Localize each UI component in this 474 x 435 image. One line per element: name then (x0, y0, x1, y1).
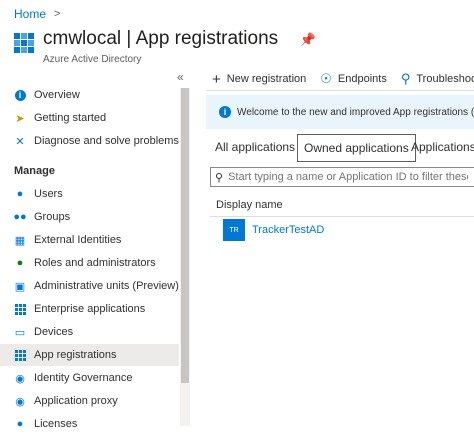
key-icon: ⚲ (400, 71, 411, 86)
sidebar-item-label: Identity Governance (34, 372, 133, 384)
main-content: + New registration ☉ Endpoints ⚲ Trouble… (206, 68, 474, 426)
pin-icon[interactable]: 📌 (299, 32, 315, 47)
sidebar-item-label: Diagnose and solve problems (34, 135, 179, 147)
plus-icon: + (212, 70, 221, 88)
new-registration-label: New registration (226, 73, 307, 85)
admin-units-icon: ▣ (14, 280, 26, 293)
search-icon: ⚲ (215, 171, 224, 184)
sidebar-item-identity-governance[interactable]: ◉ Identity Governance (0, 367, 179, 389)
sidebar-item-label: Groups (34, 211, 71, 223)
endpoints-label: Endpoints (337, 73, 387, 85)
sidebar-item-label: App registrations (34, 349, 117, 361)
app-avatar: TR (223, 219, 245, 241)
licenses-icon: ● (16, 418, 24, 430)
troubleshooting-label: Troubleshooting (416, 73, 474, 85)
welcome-banner[interactable]: i Welcome to the new and improved App re… (206, 95, 474, 129)
sidebar-item-label: Licenses (34, 418, 78, 430)
rocket-icon: ➤ (15, 112, 25, 125)
breadcrumb-separator: > (54, 8, 61, 20)
sidebar-item-label: Enterprise applications (34, 303, 146, 315)
sidebar-item-groups[interactable]: ●● Groups (0, 206, 179, 228)
section-label-manage: Manage (14, 165, 55, 177)
roles-icon: ● (16, 257, 24, 269)
sidebar-item-enterprise-apps[interactable]: Enterprise applications (0, 298, 179, 320)
groups-icon: ●● (13, 211, 27, 223)
tab-applications-from[interactable]: Applications f (411, 134, 474, 160)
sidebar-item-diagnose[interactable]: ✕ Diagnose and solve problems (0, 130, 179, 152)
app-registrations-icon (14, 33, 34, 53)
collapse-sidebar-button[interactable]: « (177, 70, 184, 84)
sidebar-item-getting-started[interactable]: ➤ Getting started (0, 107, 179, 129)
sidebar-item-licenses[interactable]: ● Licenses (0, 413, 179, 435)
banner-text: Welcome to the new and improved App regi… (237, 106, 474, 118)
sidebar-item-label: Application proxy (34, 395, 118, 407)
sidebar-item-application-proxy[interactable]: ◉ Application proxy (0, 390, 179, 412)
wrench-icon: ✕ (15, 135, 25, 148)
title-divider: | (126, 28, 132, 49)
filter-box: ⚲ (210, 167, 474, 187)
table-row[interactable]: TR TrackerTestAD (223, 219, 324, 241)
sidebar-item-app-registrations[interactable]: App registrations (0, 344, 179, 366)
sidebar-item-devices[interactable]: ▭ Devices (0, 321, 179, 343)
sidebar-item-label: Devices (34, 326, 74, 338)
user-icon: ● (16, 188, 24, 200)
sidebar-item-roles[interactable]: ● Roles and administrators (0, 252, 179, 274)
sidebar-item-label: External Identities (34, 234, 122, 246)
tab-owned-applications[interactable]: Owned applications (297, 134, 416, 162)
devices-icon: ▭ (14, 326, 26, 339)
command-bar: + New registration ☉ Endpoints ⚲ Trouble… (206, 68, 474, 90)
sidebar-item-users[interactable]: ● Users (0, 183, 179, 205)
application-proxy-icon: ◉ (15, 395, 25, 408)
troubleshooting-button[interactable]: ⚲ Troubleshooting (401, 71, 474, 87)
globe-icon: ☉ (320, 71, 332, 86)
filter-input[interactable] (228, 171, 469, 183)
new-registration-button[interactable]: + New registration (212, 71, 306, 88)
sidebar-item-label: Users (34, 188, 63, 200)
page-subtitle: Azure Active Directory (43, 54, 142, 65)
sidebar: « i Overview ➤ Getting started ✕ Diagnos… (0, 68, 190, 430)
external-identities-icon: ▦ (14, 234, 26, 247)
sidebar-item-label: Administrative units (Preview) (34, 280, 179, 292)
page-title: cmwlocal | App registrations 📌 (43, 28, 316, 51)
app-name-link[interactable]: TrackerTestAD (252, 224, 324, 236)
sidebar-item-label: Roles and administrators (34, 257, 156, 269)
app-registrations-icon (13, 348, 27, 362)
toolbar-divider (206, 90, 474, 91)
enterprise-apps-icon (13, 302, 27, 316)
sidebar-item-label: Getting started (34, 112, 107, 124)
info-icon: i (13, 88, 27, 102)
tab-all-applications[interactable]: All applications (215, 134, 295, 160)
column-header-display-name[interactable]: Display name (216, 199, 283, 211)
sidebar-item-overview[interactable]: i Overview (0, 84, 179, 106)
sidebar-scrollbar-thumb[interactable] (181, 88, 189, 383)
sidebar-item-label: Overview (34, 89, 80, 101)
endpoints-button[interactable]: ☉ Endpoints (320, 71, 387, 87)
tenant-name: cmwlocal (43, 28, 122, 49)
breadcrumb-home-link[interactable]: Home (14, 7, 46, 21)
info-icon: i (219, 106, 231, 118)
app-tabs: All applications Owned applications Appl… (206, 134, 474, 162)
page-name: App registrations (135, 28, 279, 49)
sidebar-item-external-identities[interactable]: ▦ External Identities (0, 229, 179, 251)
identity-governance-icon: ◉ (15, 372, 25, 385)
breadcrumb: Home > (14, 7, 60, 21)
table-header-divider (210, 216, 474, 217)
page-header: cmwlocal | App registrations 📌 Azure Act… (14, 28, 316, 65)
sidebar-item-admin-units[interactable]: ▣ Administrative units (Preview) (0, 275, 179, 297)
